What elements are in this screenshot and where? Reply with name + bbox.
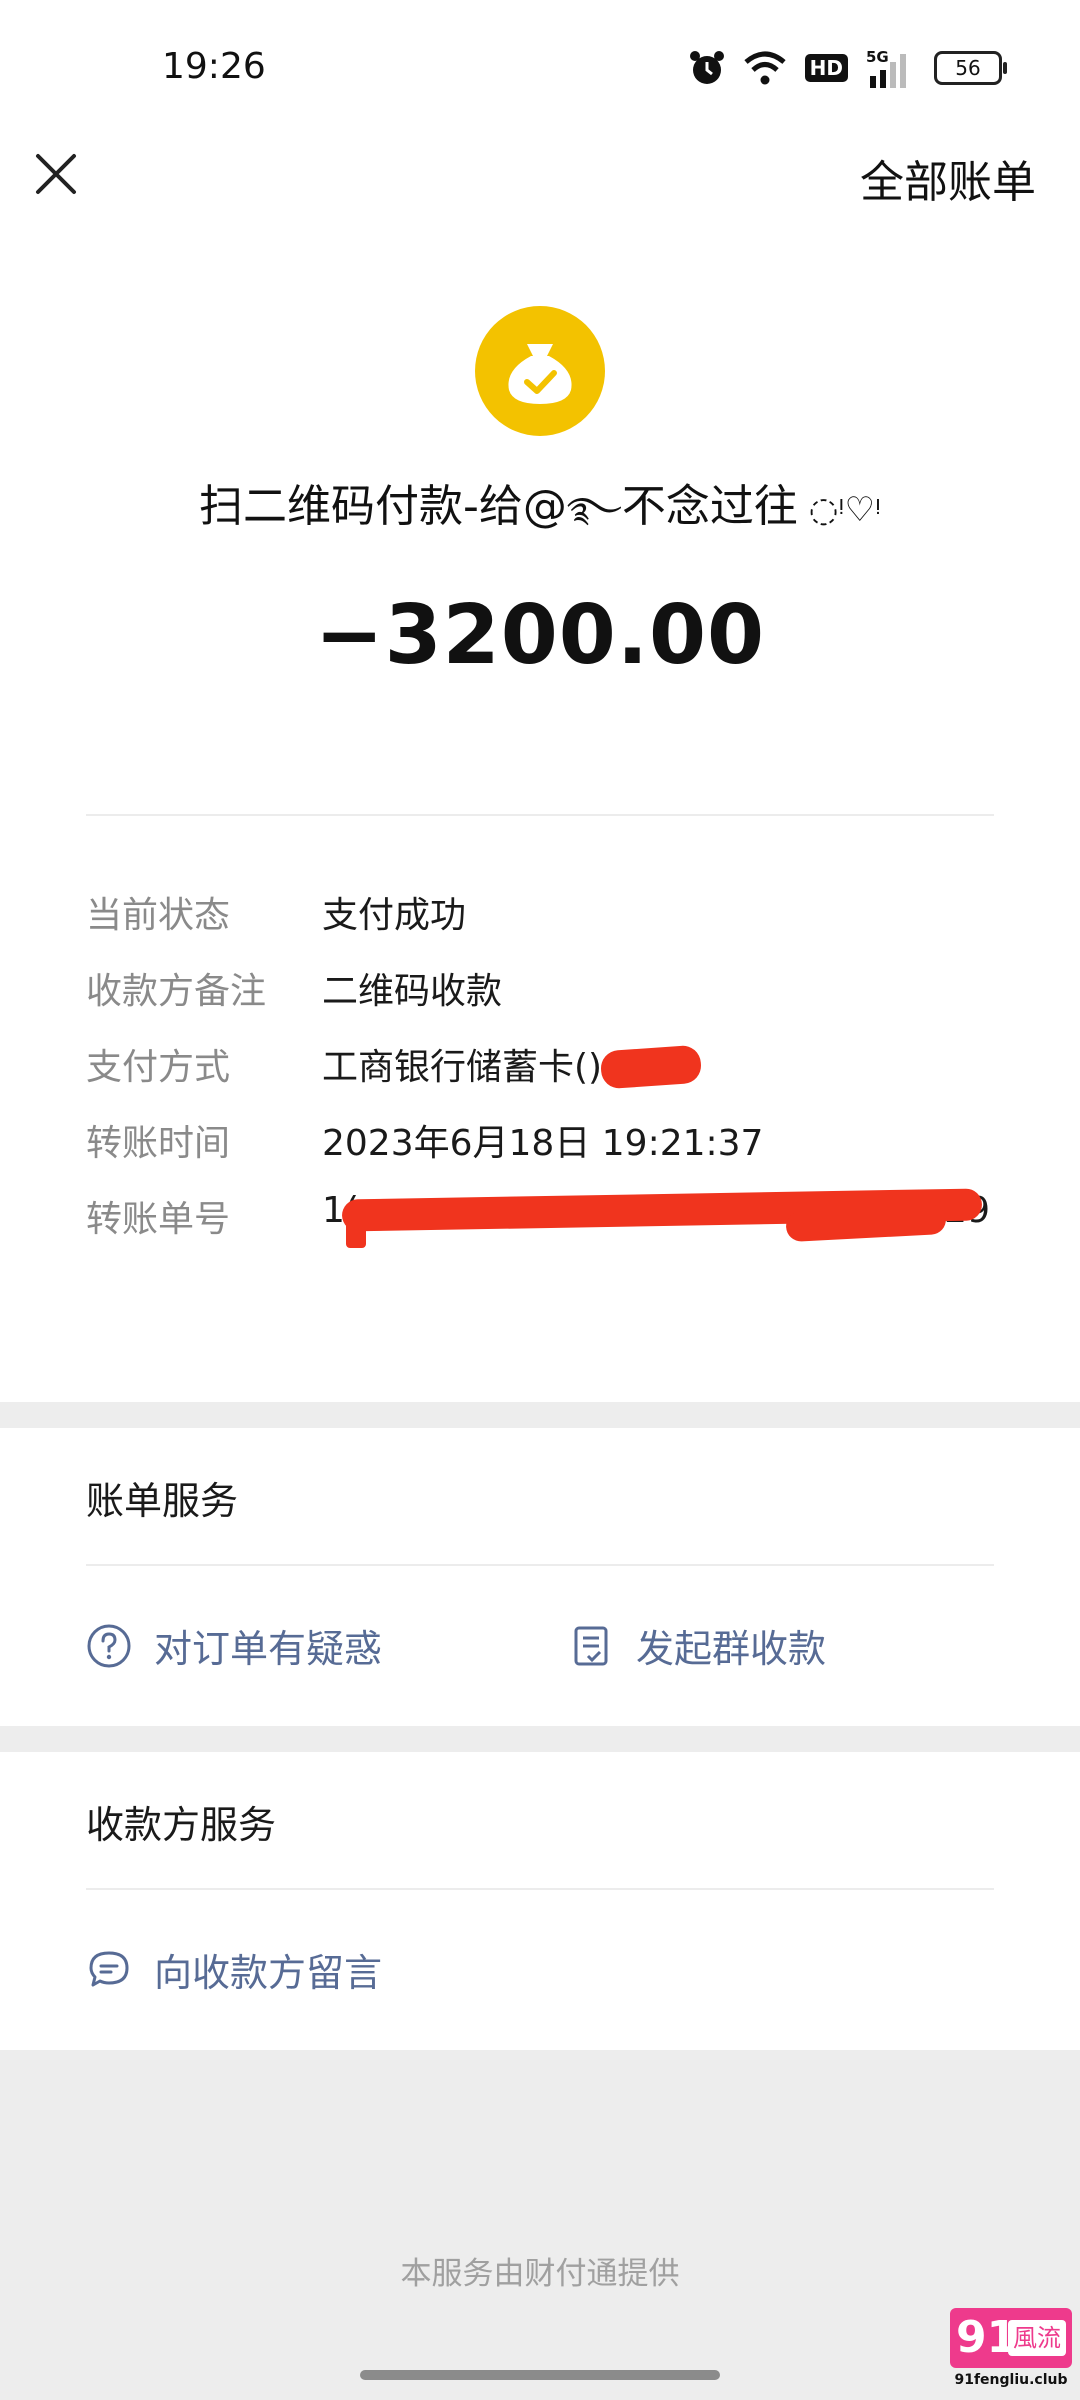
watermark-badge: 91 風流: [950, 2308, 1072, 2368]
question-circle-icon: [87, 1624, 131, 1667]
question-order-label: 对订单有疑惑: [154, 1627, 383, 1671]
section-separator: [0, 1726, 1080, 1752]
detail-value: 支付成功: [322, 895, 467, 936]
detail-label: 支付方式: [86, 1047, 231, 1088]
close-icon[interactable]: [30, 148, 82, 200]
divider: [86, 1888, 994, 1890]
detail-row-payment-method: 支付方式 工商银行储蓄卡(): [86, 1038, 994, 1090]
leave-message-button[interactable]: 向收款方留言: [86, 1942, 382, 1997]
leave-message-label: 向收款方留言: [154, 1951, 383, 1995]
merchant-title-text: 扫二维码付款-给@: [198, 481, 567, 532]
detail-label: 收款方备注: [86, 971, 267, 1012]
detail-row-status: 当前状态 支付成功: [86, 886, 994, 936]
divider: [86, 1564, 994, 1566]
hd-badge: HD: [804, 54, 848, 82]
group-collect-label: 发起群收款: [636, 1627, 827, 1671]
footer-area: [0, 2050, 1080, 2400]
watermark-logo: 91 風流 91fengliu.club: [950, 2308, 1072, 2396]
signal-icon: 5G: [866, 48, 906, 88]
detail-value: 二维码收款: [322, 971, 503, 1012]
provider-text: 本服务由财付通提供: [400, 2256, 680, 2292]
detail-label: 当前状态: [86, 895, 231, 936]
merchant-name: 不念过往: [621, 481, 798, 532]
status-bar: 19:26 HD 5G 56: [0, 0, 1080, 130]
amount: −3200.00: [314, 588, 766, 683]
merchant-title: 扫二维码付款-给@࿐不念过往 ◌ᵎ♡ᵎ: [0, 470, 1080, 567]
message-bubble-icon: [89, 1951, 129, 1986]
detail-label: 转账时间: [86, 1123, 231, 1164]
payee-service-title: 收款方服务: [86, 1803, 277, 1847]
watermark-url: 91fengliu.club: [954, 2372, 1068, 2388]
group-collect-button[interactable]: 发起群收款: [568, 1618, 826, 1673]
detail-row-transfer-no: 转账单号 1( 529: [86, 1188, 994, 1290]
wifi-icon: [744, 51, 786, 85]
all-bills-link[interactable]: 全部账单: [860, 146, 1036, 210]
money-bag-check-icon: [475, 306, 605, 436]
divider: [86, 814, 994, 816]
detail-value: 2023年6月18日 19:21:37: [322, 1123, 764, 1164]
detail-label: 转账单号: [86, 1199, 231, 1240]
decor-glyph: ࿐: [566, 490, 622, 530]
battery-indicator: 56: [934, 51, 1007, 85]
section-separator: [0, 1402, 1080, 1428]
bill-service-title: 账单服务: [86, 1479, 239, 1523]
detail-value: 工商银行储蓄卡(): [322, 1038, 602, 1090]
receipt-check-icon: [574, 1626, 608, 1665]
redaction-mark: [599, 1044, 703, 1090]
redaction-mark: [346, 1218, 366, 1248]
status-time: 19:26: [162, 46, 266, 87]
network-type: 5G: [866, 48, 889, 66]
status-icons: HD 5G 56: [689, 46, 1007, 90]
question-order-button[interactable]: 对订单有疑惑: [86, 1618, 382, 1673]
alarm-icon: [689, 51, 724, 84]
payment-method-text: 工商银行储蓄卡(: [322, 1047, 589, 1088]
detail-row-time: 转账时间 2023年6月18日 19:21:37: [86, 1114, 994, 1164]
watermark-cn: 風流: [1008, 2320, 1066, 2356]
detail-row-remark: 收款方备注 二维码收款: [86, 962, 994, 1012]
decor-glyph: ◌ᵎ♡ᵎ: [797, 490, 882, 530]
home-indicator[interactable]: [360, 2370, 720, 2380]
